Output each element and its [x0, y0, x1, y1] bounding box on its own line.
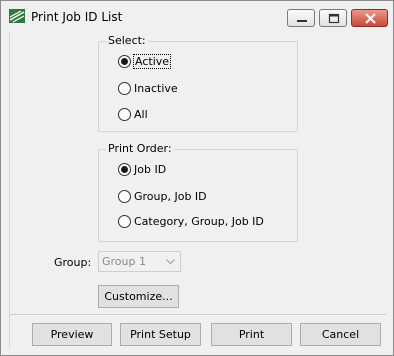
print-order-groupbox: Print Order: Job ID Group, Job ID Catego… [98, 142, 298, 242]
maximize-button[interactable] [319, 9, 347, 27]
radio-active[interactable]: Active [118, 53, 172, 69]
cancel-button[interactable]: Cancel [300, 323, 381, 346]
window-title: Print Job ID List [31, 10, 123, 24]
print-setup-button[interactable]: Print Setup [120, 323, 201, 346]
app-logo-icon [9, 9, 25, 23]
radio-button[interactable] [118, 81, 131, 95]
group-select-value: Group 1 [102, 255, 146, 268]
group-select[interactable]: Group 1 [98, 251, 181, 272]
customize-button[interactable]: Customize... [98, 285, 179, 308]
radio-button[interactable] [118, 54, 131, 68]
print-order-legend: Print Order: [106, 142, 174, 155]
radio-label-active: Active [132, 53, 172, 69]
dialog-body: Select: Active Inactive All Print Order:… [9, 31, 386, 349]
print-job-id-list-window: Print Job ID List Select: Active Inactiv… [0, 0, 394, 356]
radio-button[interactable] [118, 107, 131, 121]
radio-all[interactable]: All [118, 106, 148, 122]
minimize-button[interactable] [287, 9, 315, 27]
close-icon [365, 13, 376, 24]
chevron-down-icon [166, 259, 175, 265]
radio-group-job-id[interactable]: Group, Job ID [118, 188, 207, 204]
radio-button[interactable] [118, 214, 131, 228]
radio-label-inactive: Inactive [134, 81, 178, 95]
close-button[interactable] [351, 9, 388, 27]
group-label: Group: [54, 256, 92, 269]
button-row-divider [10, 314, 386, 315]
select-groupbox: Select: Active Inactive All [98, 34, 298, 132]
radio-label-category-group-job-id: Category, Group, Job ID [134, 214, 264, 228]
minimize-icon [297, 20, 307, 22]
radio-category-group-job-id[interactable]: Category, Group, Job ID [118, 213, 264, 229]
maximize-icon [328, 13, 340, 24]
radio-label-all: All [134, 107, 148, 121]
radio-button[interactable] [118, 189, 131, 203]
radio-label-job-id: Job ID [134, 162, 167, 176]
radio-inactive[interactable]: Inactive [118, 80, 178, 96]
radio-label-group-job-id: Group, Job ID [134, 189, 207, 203]
preview-button[interactable]: Preview [32, 323, 112, 346]
print-button[interactable]: Print [211, 323, 292, 346]
radio-button[interactable] [118, 162, 131, 176]
radio-job-id[interactable]: Job ID [118, 161, 166, 177]
select-legend: Select: [106, 34, 148, 47]
title-bar[interactable]: Print Job ID List [1, 1, 393, 31]
